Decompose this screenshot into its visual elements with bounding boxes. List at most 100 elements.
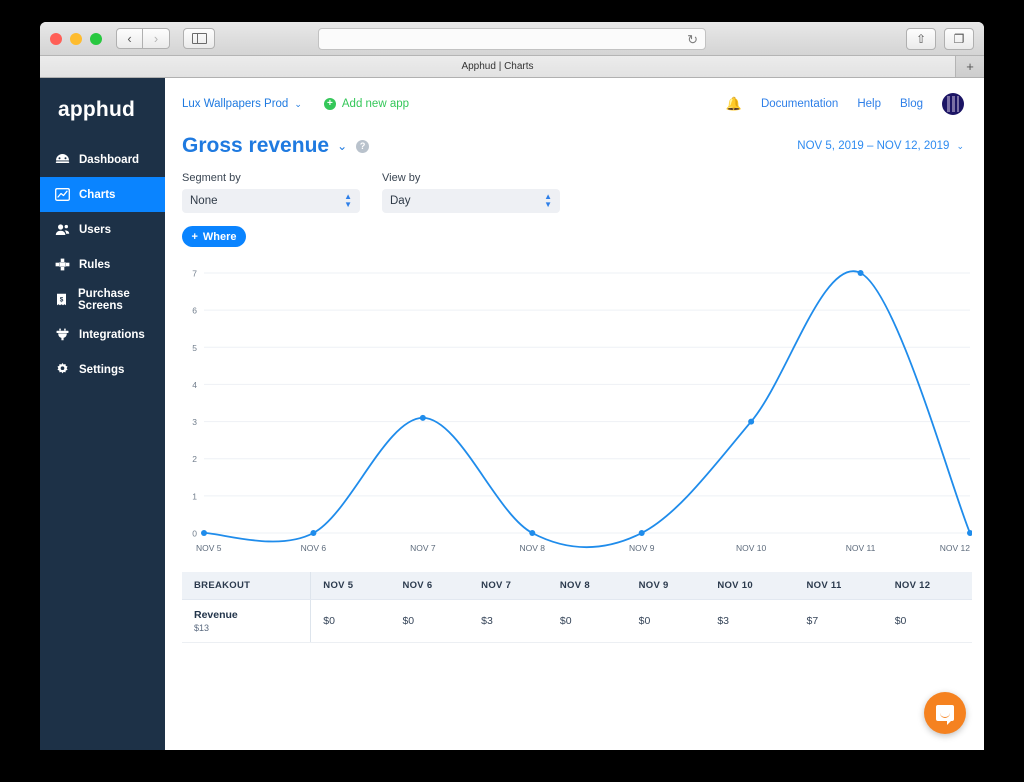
chat-bubble-icon [936,705,954,725]
x-axis-tick: NOV 7 [410,543,436,553]
window-controls [50,32,102,45]
plug-icon [54,328,70,341]
chevron-down-icon: ⌄ [294,98,302,109]
puzzle-icon [54,258,70,271]
browser-window: ‹ › ↻ ⇧ ❐ Apphud | Charts + apphud Dashb… [40,22,984,750]
tabs-overview-icon[interactable]: ❐ [944,28,974,50]
chart-data-point [419,414,426,421]
help-icon[interactable]: ? [356,139,370,153]
share-icon[interactable]: ⇧ [906,28,936,50]
app-logo: apphud [58,98,136,121]
app-root: apphud Dashboard Charts Users Rules $ Pu… [40,78,984,750]
sidebar-toggle-icon[interactable] [183,28,215,49]
add-where-button[interactable]: + Where [182,226,246,247]
segment-by-group: Segment by None ▲ ▼ [182,172,360,213]
x-axis-tick: NOV 12 [940,543,971,553]
y-axis-tick: 4 [192,380,197,390]
stepper-icon: ▲ ▼ [344,192,352,209]
sidebar-item-charts[interactable]: Charts [40,177,165,212]
plus-circle-icon: + [323,98,336,110]
view-by-label: View by [382,172,421,184]
minimize-window-button[interactable] [70,32,82,45]
sidebar-item-users[interactable]: Users [40,212,165,247]
table-column-header: NOV 11 [794,572,883,600]
revenue-line-chart[interactable]: 0 1 2 3 4 5 6 7 NOV 5 NOV 6 NOV 7 NOV 8 NOV 9 NOV 10 N… [182,261,972,566]
breakout-table: BREAKOUT NOV 5 NOV 6 NOV 7 NOV 8 NOV 9 NOV 10 N… [182,572,972,643]
bell-icon[interactable]: 🔔 [726,96,742,112]
line-chart-icon [54,188,70,201]
date-range-picker[interactable]: NOV 5, 2019 – NOV 12, 2019 ⌄ [797,140,964,152]
sidebar: apphud Dashboard Charts Users Rules $ Pu… [40,78,165,750]
intercom-chat-button[interactable] [924,692,966,734]
chevron-down-icon: ⌄ [956,140,964,151]
forward-icon[interactable]: › [143,28,170,49]
add-new-app-button[interactable]: + Add new app [323,98,410,110]
chevron-down-icon[interactable]: ⌄ [337,139,347,153]
table-cell: $7 [794,599,883,643]
table-cell: $3 [469,599,548,643]
date-range-label: NOV 5, 2019 – NOV 12, 2019 [797,140,950,152]
page-header: Gross revenue ⌄ ? NOV 5, 2019 – NOV 12, … [165,122,984,158]
sidebar-item-settings[interactable]: Settings [40,352,165,387]
y-axis-tick: 2 [192,454,197,464]
table-cell: $3 [705,599,795,643]
table-column-header: BREAKOUT [182,572,312,600]
sidebar-item-label: Rules [79,258,111,271]
chart-data-point [967,530,972,536]
sidebar-item-label: Integrations [79,328,145,341]
reload-icon[interactable]: ↻ [687,33,698,46]
filter-controls: Segment by None ▲ ▼ View by Day ▲ ▼ [165,158,984,213]
close-window-button[interactable] [50,32,62,45]
table-row: Revenue $13 $0 $0 $3 $0 $0 $3 $7 $0 [182,599,972,643]
chart-line [203,270,971,548]
browser-tab[interactable]: Apphud | Charts [40,56,956,77]
table-header-row: BREAKOUT NOV 5 NOV 6 NOV 7 NOV 8 NOV 9 NOV 10 N… [182,572,972,600]
y-axis-tick: 6 [192,306,197,316]
sidebar-item-label: Dashboard [79,153,140,166]
table-cell: $0 [882,599,972,643]
x-axis-tick: NOV 8 [520,543,546,553]
add-new-app-label: Add new app [341,98,410,110]
table-column-header: NOV 7 [469,572,548,600]
app-selector[interactable]: Lux Wallpapers Prod ⌄ [182,98,302,110]
table-column-header: NOV 8 [547,572,627,600]
y-axis-tick: 5 [192,343,197,353]
avatar[interactable] [942,93,964,115]
view-by-select[interactable]: Day ▲ ▼ [382,189,560,213]
tab-bar: Apphud | Charts + [40,56,984,78]
table-cell: $0 [310,599,391,643]
sidebar-item-label: Purchase Screens [78,287,130,312]
table-row-name-cell: Revenue $13 [182,599,312,643]
view-by-value: Day [390,195,411,207]
sidebar-item-purchase-screens[interactable]: $ Purchase Screens [40,282,165,317]
x-axis-tick: NOV 6 [301,543,327,553]
new-tab-button[interactable]: + [956,56,984,77]
stepper-icon: ▲ ▼ [544,192,552,209]
blog-link[interactable]: Blog [900,98,923,110]
navigation-buttons: ‹ › [116,28,170,49]
table-column-header: NOV 9 [626,572,706,600]
content-topbar: Lux Wallpapers Prod ⌄ + Add new app 🔔 Do… [165,86,984,122]
sidebar-item-integrations[interactable]: Integrations [40,317,165,352]
sidebar-item-dashboard[interactable]: Dashboard [40,142,165,177]
maximize-window-button[interactable] [90,32,102,45]
table-cell: $0 [626,599,706,643]
speedometer-icon [54,153,70,166]
chart-data-point [529,530,536,536]
chart-data-point [310,530,317,536]
app-selector-label: Lux Wallpapers Prod [182,98,289,110]
segment-by-select[interactable]: None ▲ ▼ [182,189,360,213]
back-icon[interactable]: ‹ [116,28,143,49]
svg-text:$: $ [60,296,64,303]
help-link[interactable]: Help [857,98,881,110]
table-column-header: NOV 5 [310,572,391,600]
chart-data-point [748,418,755,425]
documentation-link[interactable]: Documentation [761,98,838,110]
address-bar[interactable]: ↻ [318,28,706,50]
segment-by-value: None [190,195,218,207]
sidebar-item-rules[interactable]: Rules [40,247,165,282]
chart-canvas: 0 1 2 3 4 5 6 7 NOV 5 NOV 6 NOV 7 NOV 8 NOV 9 NOV 10 N… [192,269,972,553]
y-axis-tick: 7 [192,269,197,279]
sidebar-item-label: Users [79,223,111,236]
users-icon [54,223,70,236]
